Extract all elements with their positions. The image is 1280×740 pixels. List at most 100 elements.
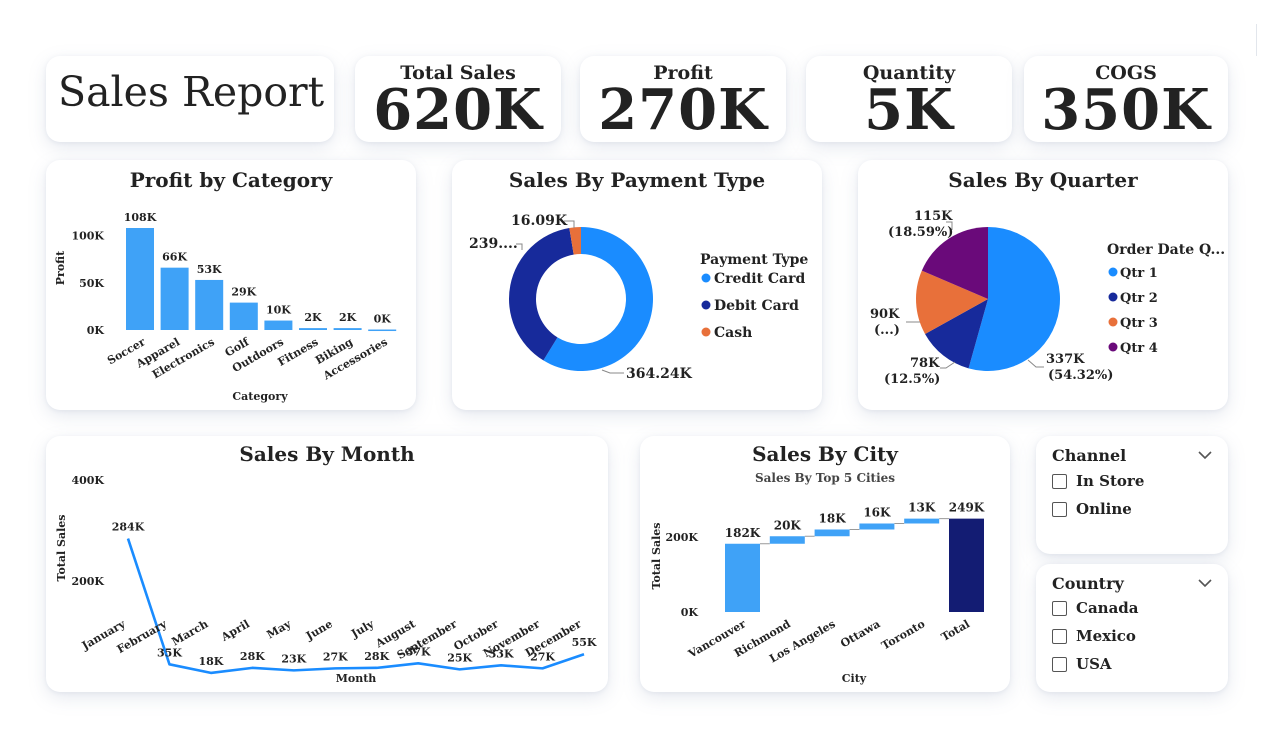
kpi-card-cogs[interactable]: COGS 350K (1024, 56, 1228, 142)
data-label: 29K (231, 286, 256, 299)
data-label: 28K (364, 650, 389, 663)
x-axis-label: City (842, 672, 867, 685)
leader-line (601, 369, 624, 374)
kpi-value: 270K (598, 77, 768, 142)
bar (725, 543, 760, 612)
data-label: 18K (819, 512, 847, 526)
chevron-down-icon[interactable] (1198, 578, 1212, 588)
kpi-value: 620K (373, 77, 543, 142)
legend-label: Credit Card (714, 271, 805, 287)
bar (949, 518, 984, 612)
leader-line (940, 361, 956, 369)
legend-title: Payment Type (700, 252, 808, 268)
y-axis-label: Total Sales (55, 515, 68, 582)
checkbox[interactable] (1052, 628, 1067, 644)
data-label: 23K (281, 652, 306, 665)
x-axis-label: Month (336, 672, 377, 685)
channel-option-online[interactable]: Online (1052, 498, 1132, 520)
sales-by-payment-card[interactable]: Sales By Payment Type 364.24K 239.... 16.0… (452, 160, 822, 410)
legend-marker (1108, 342, 1118, 352)
chevron-down-icon[interactable] (1198, 450, 1212, 460)
data-label: 2K (304, 311, 322, 324)
option-label: In Store (1076, 472, 1145, 490)
kpi-card-total-sales[interactable]: Total Sales 620K (355, 56, 561, 142)
kpi-card-quantity[interactable]: Quantity 5K (806, 56, 1012, 142)
scrollbar-track (1256, 24, 1257, 56)
data-label: 364.24K (626, 366, 693, 382)
bar (769, 536, 805, 544)
data-label: 53K (197, 263, 222, 276)
x-tick-label: July (348, 617, 376, 641)
channel-option-in-store[interactable]: In Store (1052, 470, 1144, 492)
country-option-canada[interactable]: Canada (1052, 597, 1139, 619)
data-label: 90K (870, 307, 900, 322)
data-label: 55K (572, 636, 597, 649)
legend-marker (701, 273, 711, 283)
country-option-usa[interactable]: USA (1052, 653, 1112, 675)
legend-title: Order Date Q... (1107, 242, 1225, 258)
legend-label: Qtr 3 (1120, 316, 1158, 331)
data-label: 16.09K (511, 213, 568, 229)
bar (160, 267, 189, 330)
bar (904, 518, 940, 524)
slicer-title: Country (1052, 574, 1124, 593)
checkbox[interactable] (1052, 501, 1067, 517)
bar (368, 329, 397, 332)
legend-label: Qtr 1 (1120, 266, 1158, 281)
data-label: (...) (874, 323, 900, 338)
sales-by-city-chart[interactable]: 0K200KTotal Sales 182KVancouver20KRichmon… (640, 436, 1010, 692)
legend-marker (1108, 267, 1118, 277)
data-label: 239.... (469, 236, 518, 252)
legend-marker (701, 327, 711, 337)
y-tick-label: 0K (681, 606, 699, 619)
checkbox[interactable] (1052, 656, 1067, 672)
kpi-card-profit[interactable]: Profit 270K (580, 56, 786, 142)
series-line (126, 538, 585, 675)
data-label: 16K (863, 506, 891, 520)
pie-slice (509, 227, 574, 361)
sales-by-city-card[interactable]: Sales By City Sales By Top 5 Cities 0K 20… (640, 436, 1010, 692)
data-label: 78K (910, 356, 940, 371)
legend-marker (701, 300, 711, 310)
sales-by-month-chart[interactable]: 400K200KTotal Sales 284KJanuary35KFebruar… (46, 436, 608, 692)
kpi-value: 5K (864, 77, 954, 142)
sales-by-quarter-chart[interactable]: 337K(54.32%) 78K(12.5%) 90K(...) 115K(18.59… (858, 160, 1228, 410)
data-label: 18K (198, 655, 223, 668)
country-option-mexico[interactable]: Mexico (1052, 625, 1136, 647)
legend-label: Qtr 2 (1120, 291, 1158, 306)
sales-by-quarter-card[interactable]: Sales By Quarter 337K (54.32%) 78K (12.5%) 9… (858, 160, 1228, 410)
report-title: Sales Report (58, 68, 325, 116)
data-label: 2K (339, 311, 357, 324)
x-tick-label: Total (939, 617, 972, 644)
channel-slicer[interactable]: Channel In Store Online (1036, 436, 1228, 554)
sales-by-payment-chart[interactable]: 364.24K 239.... 16.09K Payment Type Credit C… (452, 160, 822, 410)
data-label: 284K (112, 521, 145, 534)
bar (859, 523, 895, 530)
slicer-title: Channel (1052, 446, 1127, 465)
data-label: 10K (266, 304, 291, 317)
profit-by-category-card[interactable]: Profit by Category 0K 50K 100K Profit 108K So… (46, 160, 416, 410)
bar (126, 228, 154, 330)
x-tick-label: June (303, 617, 335, 643)
data-label: 108K (124, 211, 157, 224)
data-label: 249K (949, 501, 985, 515)
legend-label: Debit Card (714, 298, 799, 314)
country-slicer[interactable]: Country Canada Mexico USA (1036, 564, 1228, 692)
x-tick-label: March (169, 617, 210, 648)
option-label: Mexico (1076, 627, 1136, 645)
option-label: USA (1076, 655, 1112, 673)
bar (195, 279, 224, 330)
data-label: 35K (157, 646, 182, 659)
y-tick-label: 400K (71, 474, 104, 487)
checkbox[interactable] (1052, 600, 1067, 616)
profit-by-category-chart[interactable]: 0K50K100KProfit108KSoccer66KApparel53KEl… (46, 160, 416, 410)
data-label: 115K (914, 209, 953, 224)
bar (299, 328, 327, 330)
legend-label: Cash (714, 325, 752, 341)
data-label: 182K (725, 526, 761, 540)
checkbox[interactable] (1052, 473, 1067, 489)
report-title-card: Sales Report (46, 56, 334, 142)
sales-by-month-card[interactable]: Sales By Month 400K 200K Total Sales 284K Ja… (46, 436, 608, 692)
x-axis-label: Category (232, 390, 288, 403)
x-tick-label: Ottawa (838, 617, 882, 650)
